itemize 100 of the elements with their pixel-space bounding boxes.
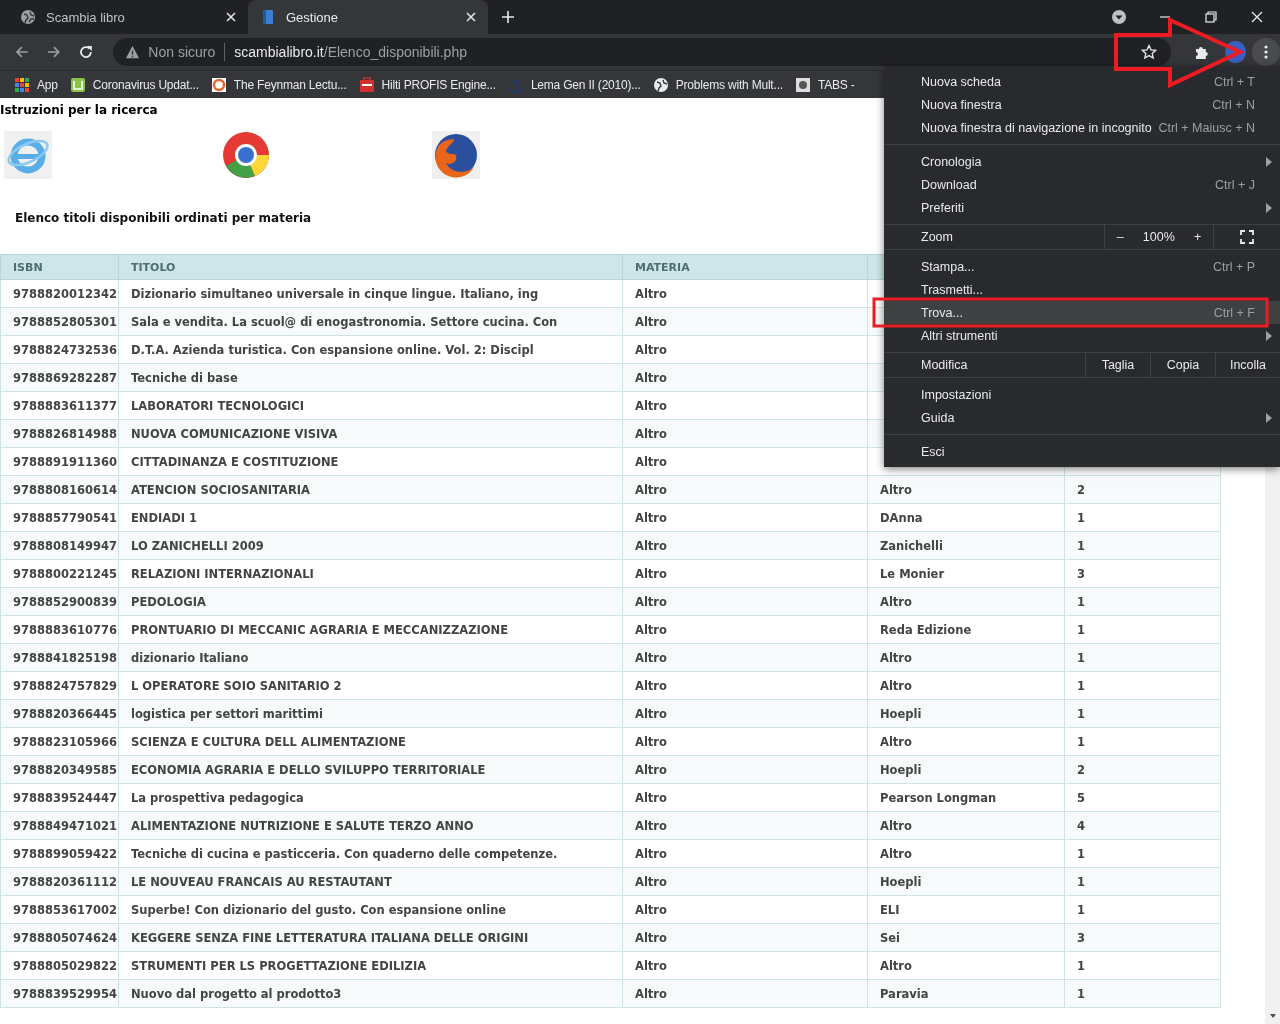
table-cell: CITTADINANZA E COSTITUZIONE bbox=[118, 447, 623, 476]
table-cell: RELAZIONI INTERNAZIONALI bbox=[118, 559, 623, 588]
table-cell: ECONOMIA AGRARIA E DELLO SVILUPPO TERRITORIALE bbox=[118, 755, 623, 784]
close-icon[interactable] bbox=[226, 12, 236, 22]
menu-item[interactable]: Stampa... Ctrl + P bbox=[884, 255, 1280, 278]
table-cell: Altro bbox=[622, 447, 868, 476]
table-cell: Altro bbox=[867, 671, 1065, 700]
browser-tab[interactable]: Gestione bbox=[248, 0, 488, 34]
bookmark[interactable]: Hilti PROFIS Engine... bbox=[358, 76, 496, 93]
table-cell: Reda Edizione bbox=[867, 615, 1065, 644]
table-cell: Altro bbox=[622, 335, 868, 364]
reload-icon[interactable] bbox=[77, 44, 94, 60]
bookmark[interactable]: Coronavirus Updat... bbox=[69, 76, 199, 93]
menu-item[interactable]: Impostazioni bbox=[884, 383, 1280, 406]
table-cell: Altro bbox=[622, 727, 868, 756]
swirl-logo-icon bbox=[210, 76, 227, 93]
table-cell: Altro bbox=[622, 979, 868, 1008]
table-cell: logistica per settori marittimi bbox=[118, 699, 623, 728]
table-cell: 9788824732536 bbox=[0, 335, 119, 364]
instructions-link[interactable]: Istruzioni per la ricerca bbox=[0, 98, 158, 117]
menu-item[interactable]: Nuova finestra di navigazione in incognito Ctrl + Maiusc + N bbox=[884, 116, 1280, 139]
back-icon[interactable] bbox=[14, 44, 30, 60]
globe-icon bbox=[20, 9, 36, 25]
table-cell: L OPERATORE SOIO SANITARIO 2 bbox=[118, 671, 623, 700]
menu-item[interactable]: Cronologia bbox=[884, 150, 1280, 173]
browser-tab[interactable]: Scambia libro bbox=[8, 0, 248, 34]
table-cell: 9788820366445 bbox=[0, 699, 119, 728]
menu-item[interactable]: Download Ctrl + J bbox=[884, 173, 1280, 196]
table-cell: Hoepli bbox=[867, 755, 1065, 784]
table-cell: Altro bbox=[622, 811, 868, 840]
zoom-in-button[interactable]: + bbox=[1190, 230, 1206, 244]
menu-item[interactable]: Trova... Ctrl + F bbox=[884, 301, 1280, 324]
menu-icon bbox=[1264, 44, 1269, 60]
menu-item[interactable]: Nuova finestra Ctrl + N bbox=[884, 93, 1280, 116]
new-tab-icon[interactable] bbox=[501, 10, 515, 24]
table-cell: Nuovo dal progetto al prodotto3 bbox=[118, 979, 623, 1008]
table-cell: 9788823105966 bbox=[0, 727, 119, 756]
table-cell: 9788824757829 bbox=[0, 671, 119, 700]
menu-button[interactable] bbox=[1252, 38, 1280, 66]
bookmark-star-icon[interactable] bbox=[1140, 44, 1157, 60]
table-cell: ELI bbox=[867, 895, 1065, 924]
edit-button[interactable]: Incolla bbox=[1215, 353, 1280, 377]
table-cell: Altro bbox=[867, 727, 1065, 756]
menu-item[interactable]: Esci bbox=[884, 440, 1280, 463]
close-icon[interactable] bbox=[466, 12, 476, 22]
table-cell: D.T.A. Azienda turistica. Con espansione online. Vol. 2: Discipl bbox=[118, 335, 623, 364]
table-cell: ALIMENTAZIONE NUTRIZIONE E SALUTE TERZO ANNO bbox=[118, 811, 623, 840]
close-icon[interactable] bbox=[1249, 9, 1265, 25]
bookmark[interactable]: Problems with Mult... bbox=[652, 76, 783, 93]
globe-logo-icon bbox=[432, 131, 480, 179]
edit-button[interactable]: Taglia bbox=[1085, 353, 1150, 377]
zoom-level: 100% bbox=[1142, 230, 1175, 244]
table-cell: 4 bbox=[1064, 811, 1221, 840]
menu-item[interactable]: Preferiti bbox=[884, 196, 1280, 219]
submenu-arrow-icon bbox=[1266, 202, 1272, 213]
table-cell: Altro bbox=[867, 587, 1065, 616]
table-cell: 1 bbox=[1064, 979, 1221, 1008]
square-logo-icon bbox=[69, 76, 86, 93]
table-cell: Altro bbox=[622, 475, 868, 504]
bookmark[interactable]: App bbox=[14, 76, 58, 93]
table-cell: 2 bbox=[1064, 755, 1221, 784]
edit-button[interactable]: Copia bbox=[1150, 353, 1215, 377]
menu-item[interactable]: Nuova scheda Ctrl + T bbox=[884, 70, 1280, 93]
table-cell: 1 bbox=[1064, 727, 1221, 756]
grid-icon bbox=[14, 76, 30, 93]
table-cell: Altro bbox=[867, 811, 1065, 840]
table-cell: Altro bbox=[622, 279, 868, 308]
menu-item[interactable]: Altri strumenti bbox=[884, 324, 1280, 347]
tab-search-icon[interactable] bbox=[1111, 9, 1127, 25]
table-cell: 2 bbox=[1064, 475, 1221, 504]
submenu-arrow-icon bbox=[1266, 412, 1272, 423]
table-cell: Altro bbox=[622, 895, 868, 924]
table-cell: 9788883611377 bbox=[0, 391, 119, 420]
bookmark[interactable]: Lema Gen II (2010)... bbox=[507, 76, 641, 93]
table-cell: 1 bbox=[1064, 531, 1221, 560]
table-cell: Le Monier bbox=[867, 559, 1065, 588]
column-header: ISBN bbox=[0, 254, 119, 280]
table-cell: 1 bbox=[1064, 699, 1221, 728]
scroll-down-icon[interactable] bbox=[1268, 1012, 1277, 1020]
menu-item[interactable]: Trasmetti... bbox=[884, 278, 1280, 301]
table-cell: 9788841825198 bbox=[0, 643, 119, 672]
menu-item[interactable]: Guida bbox=[884, 406, 1280, 429]
table-cell: PRONTUARIO DI MECCANIC AGRARIA E MECCANIZZAZIONE bbox=[118, 615, 623, 644]
table-cell: 9788839524447 bbox=[0, 783, 119, 812]
table-cell: 3 bbox=[1064, 923, 1221, 952]
address-bar[interactable]: Non sicuro scambialibro.it/Elenco_disponibili.php bbox=[113, 38, 1171, 66]
table-cell: Altro bbox=[622, 587, 868, 616]
table-cell: 1 bbox=[1064, 643, 1221, 672]
submenu-arrow-icon bbox=[1266, 330, 1272, 341]
table-cell: Altro bbox=[622, 755, 868, 784]
bookmark[interactable]: The Feynman Lectu... bbox=[210, 76, 347, 93]
bookmark[interactable]: TABS - bbox=[794, 76, 855, 93]
column-header: MATERIA bbox=[622, 254, 868, 280]
forward-icon[interactable] bbox=[45, 44, 62, 60]
zoom-out-button[interactable]: – bbox=[1112, 230, 1128, 244]
table-cell: Altro bbox=[622, 671, 868, 700]
table-cell: 1 bbox=[1064, 839, 1221, 868]
book-icon bbox=[260, 9, 276, 25]
orbit-logo-icon bbox=[4, 131, 52, 179]
restore-icon[interactable] bbox=[1203, 9, 1219, 25]
